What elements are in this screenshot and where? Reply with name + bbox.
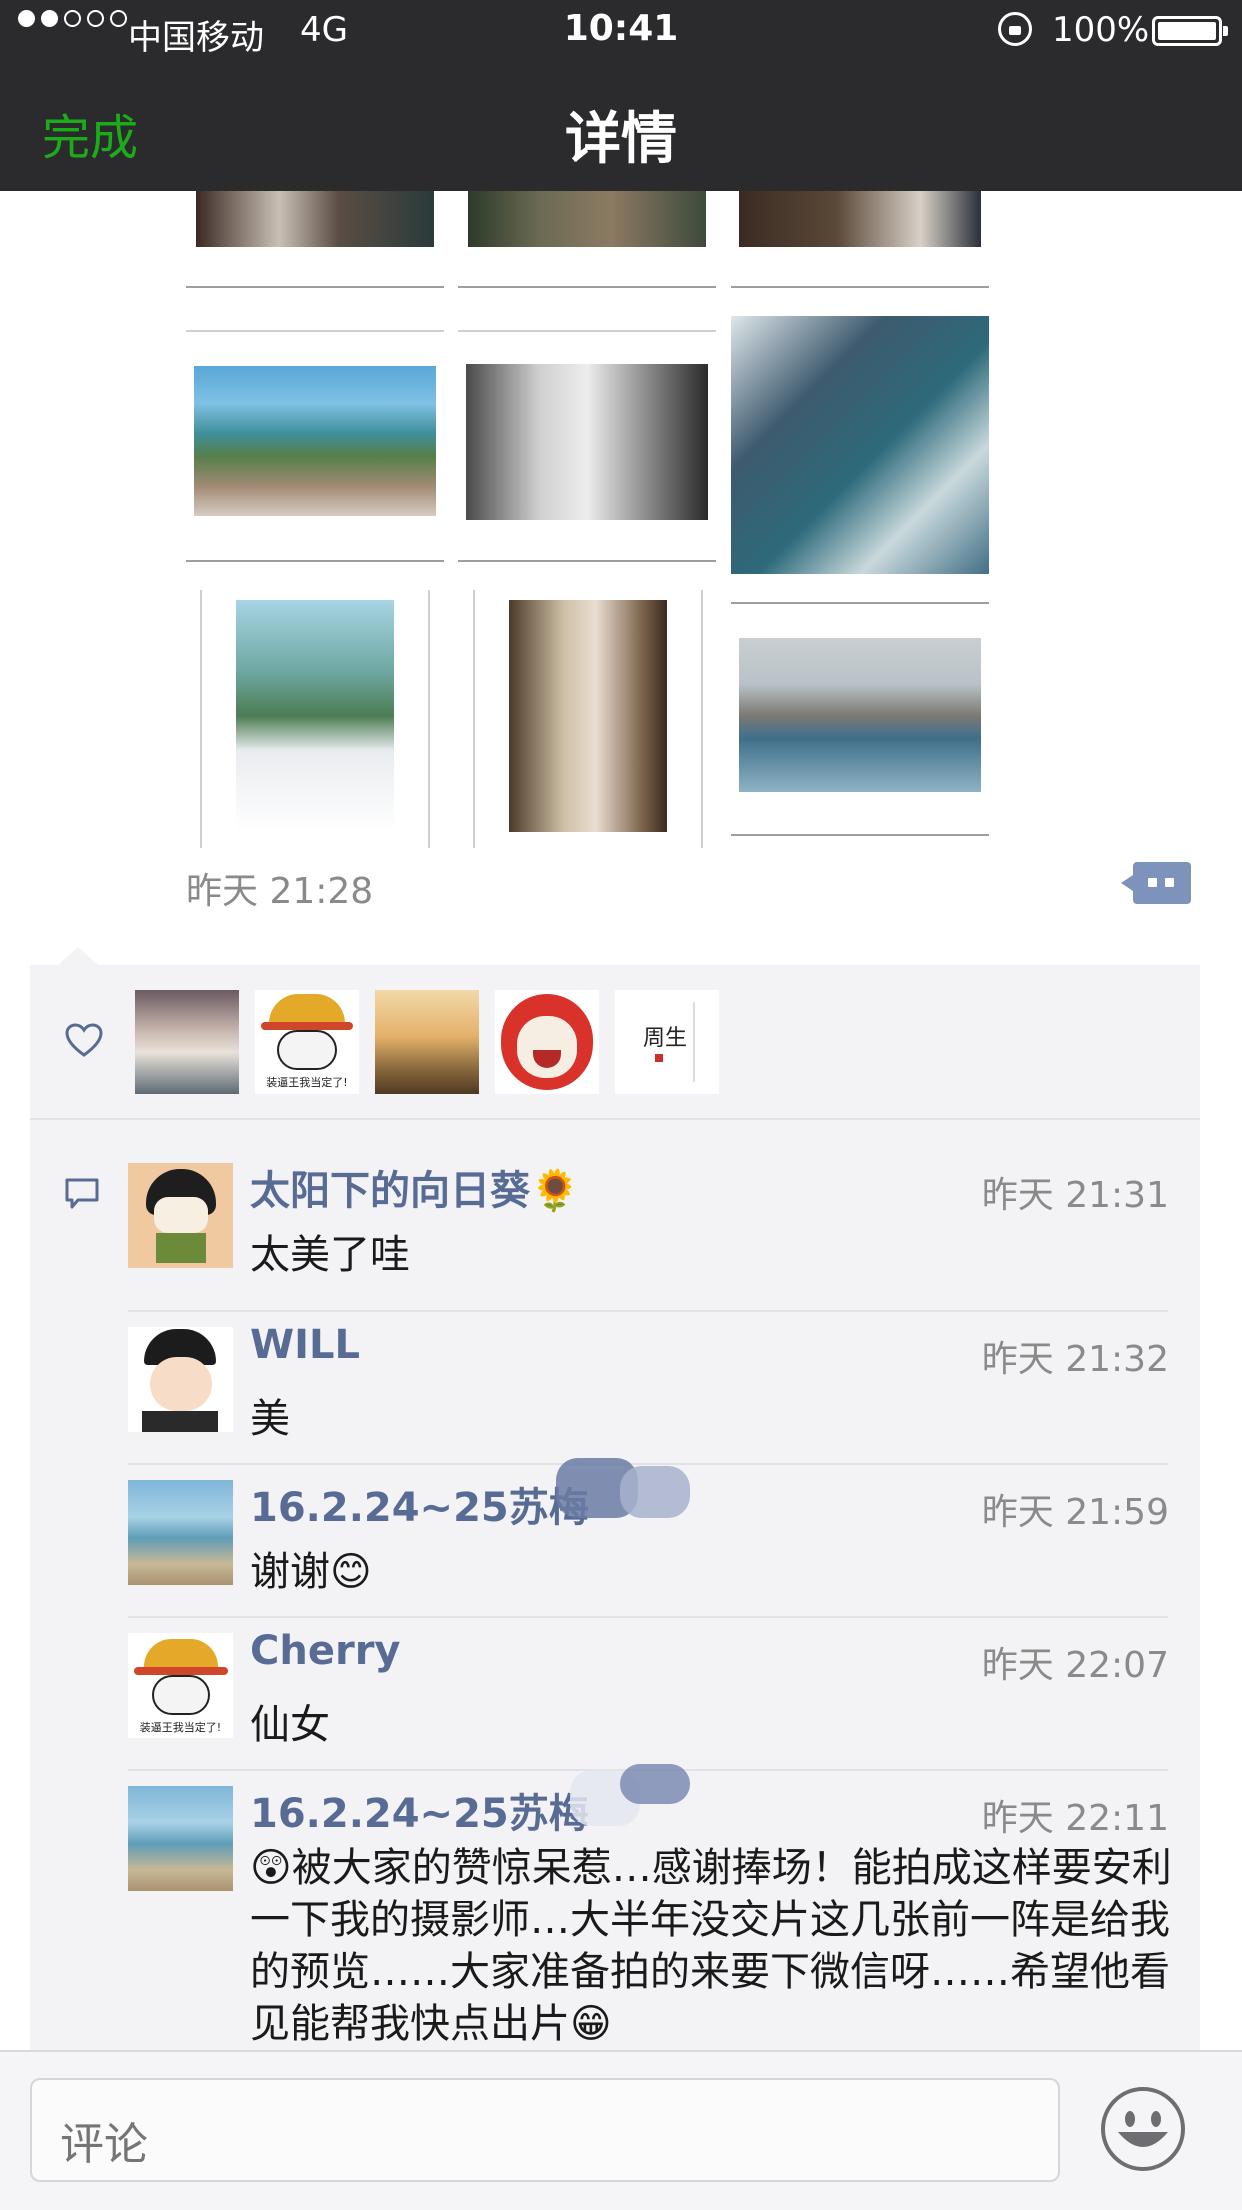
- status-bar: 中国移动 4G 10:41 100%: [0, 0, 1242, 62]
- photo-5[interactable]: [458, 336, 716, 566]
- top-bar: 中国移动 4G 10:41 100% 完成 详情: [0, 0, 1242, 191]
- sticker-caption: 装逼王我当定了!: [139, 1721, 222, 1734]
- commenter-name[interactable]: 16.2.24~25苏梅: [250, 1781, 589, 1839]
- photo-divider: [428, 590, 430, 848]
- commenter-avatar[interactable]: 装逼王我当定了!: [128, 1633, 233, 1738]
- like-avatar-3[interactable]: [375, 990, 479, 1094]
- photo-divider: [186, 560, 444, 562]
- photo-6[interactable]: [731, 316, 989, 574]
- photo-divider: [731, 834, 989, 836]
- photo-divider: [458, 286, 716, 288]
- comment-divider: [128, 1463, 1168, 1465]
- comment-bubble-icon: [65, 1178, 99, 1209]
- comment-text: 美: [250, 1396, 290, 1442]
- redacted-name-overlay: [620, 1764, 690, 1804]
- photo-divider: [731, 602, 989, 604]
- comment-time: 昨天 21:32: [981, 1339, 1169, 1380]
- battery-percent: 100%: [1052, 10, 1150, 50]
- like-avatar-5[interactable]: 周生: [615, 990, 719, 1094]
- comment-time: 昨天 22:11: [981, 1798, 1169, 1839]
- comment-time: 昨天 21:31: [981, 1175, 1169, 1216]
- commenter-name[interactable]: Cherry: [250, 1628, 401, 1674]
- page-title: 详情: [565, 107, 677, 172]
- commenter-avatar[interactable]: [128, 1786, 233, 1891]
- comment-divider: [128, 1616, 1168, 1618]
- comment-time: 昨天 22:07: [981, 1645, 1169, 1686]
- photo-7[interactable]: [204, 596, 426, 842]
- commenter-avatar[interactable]: [128, 1480, 233, 1585]
- photo-divider: [731, 286, 989, 288]
- logo-text: 周生: [643, 1026, 688, 1051]
- comment-text: 😲被大家的赞惊呆惹…感谢捧场！能拍成这样要安利一下我的摄影师…大半年没交片这几张…: [250, 1845, 1172, 2047]
- like-avatar-4[interactable]: [495, 990, 599, 1094]
- comment-divider: [128, 1310, 1168, 1312]
- comment-input[interactable]: [30, 2078, 1060, 2182]
- likes-divider: [30, 1118, 1200, 1120]
- commenter-avatar[interactable]: [128, 1327, 233, 1432]
- comment-input-bar: [0, 2050, 1242, 2210]
- commenter-name[interactable]: 16.2.24~25苏梅: [250, 1475, 589, 1533]
- comment-action-button[interactable]: [1121, 862, 1191, 904]
- panel-pointer: [58, 947, 98, 965]
- commenter-name[interactable]: WILL: [250, 1322, 360, 1368]
- photo-2[interactable]: [458, 191, 716, 291]
- photo-divider: [458, 560, 716, 562]
- photo-divider: [186, 330, 444, 332]
- like-avatar-2[interactable]: 装逼王我当定了!: [255, 990, 359, 1094]
- orientation-lock-icon: [998, 12, 1032, 46]
- comment-time: 昨天 21:59: [981, 1492, 1169, 1533]
- photo-divider: [186, 286, 444, 288]
- photo-4[interactable]: [186, 336, 444, 566]
- photo-3[interactable]: [731, 191, 989, 291]
- photo-divider: [200, 590, 202, 848]
- comment-text: 仙女: [250, 1702, 330, 1748]
- comment-text: 太美了哇: [250, 1232, 410, 1278]
- redacted-name-overlay: [620, 1466, 690, 1518]
- battery-icon: [1152, 16, 1228, 46]
- post-timestamp: 昨天 21:28: [186, 871, 374, 912]
- commenter-name[interactable]: 太阳下的向日葵🌻: [250, 1158, 580, 1216]
- commenter-avatar[interactable]: [128, 1163, 233, 1268]
- emoji-icon[interactable]: [1100, 2086, 1186, 2172]
- photo-9[interactable]: [731, 606, 989, 830]
- like-avatar-1[interactable]: [135, 990, 239, 1094]
- photo-8[interactable]: [477, 596, 699, 842]
- photo-1[interactable]: [186, 191, 444, 291]
- photo-divider: [458, 330, 716, 332]
- photo-divider: [701, 590, 703, 848]
- comment-text: 谢谢😊: [250, 1549, 372, 1595]
- photo-divider: [473, 590, 475, 848]
- sticker-caption: 装逼王我当定了!: [266, 1076, 348, 1089]
- heart-icon: [65, 1023, 103, 1057]
